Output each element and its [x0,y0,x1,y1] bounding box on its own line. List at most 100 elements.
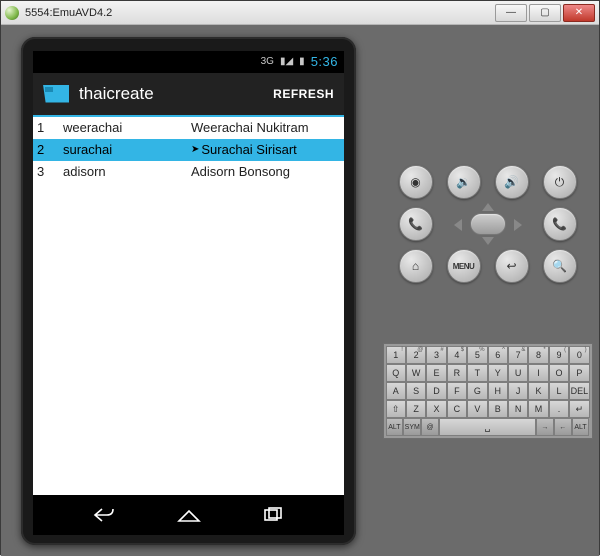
user-list: 1 weerachai Weerachai Nukitram 2 suracha… [33,117,344,495]
volume-up-button[interactable]: 🔊 [495,165,529,199]
close-button[interactable]: ✕ [563,4,595,22]
key-o[interactable]: O [549,364,569,382]
dpad-down[interactable] [482,237,494,245]
menu-button[interactable]: MENU [447,249,481,283]
nav-home-button[interactable] [175,505,203,525]
key-5[interactable]: 5% [467,346,487,364]
key-9[interactable]: 9( [549,346,569,364]
key-i[interactable]: I [528,364,548,382]
key-alt[interactable]: ALT [386,418,404,436]
call-button[interactable]: 📞 [399,207,433,241]
key-7[interactable]: 7& [508,346,528,364]
maximize-button[interactable]: ▢ [529,4,561,22]
dpad-right[interactable] [514,219,522,231]
key-m[interactable]: M [528,400,548,418]
key-b[interactable]: B [488,400,508,418]
network-icon: 3G [261,56,274,67]
list-row[interactable]: 3 adisorn Adisorn Bonsong [33,161,344,183]
key-alt[interactable]: ALT [572,418,590,436]
key-6[interactable]: 6^ [488,346,508,364]
app-logo-icon [43,85,69,103]
key-3[interactable]: 3# [426,346,446,364]
key-a[interactable]: A [386,382,406,400]
key-g[interactable]: G [467,382,487,400]
window-title: 5554:EmuAVD4.2 [25,7,493,19]
dpad-up[interactable] [482,203,494,211]
cell-fullname: Weerachai Nukitram [187,120,344,135]
key-4[interactable]: 4$ [447,346,467,364]
phone-frame: 3G ▮◢ ▮ 5:36 thaicreate REFRESH 1 weerac [21,37,356,545]
search-button[interactable]: 🔍 [543,249,577,283]
phone-screen: 3G ▮◢ ▮ 5:36 thaicreate REFRESH 1 weerac [33,51,344,535]
battery-icon: ▮ [299,56,305,67]
cell-id: 3 [33,164,57,179]
cell-fullname: Adisorn Bonsong [187,164,344,179]
key-h[interactable]: H [488,382,508,400]
key-f[interactable]: F [447,382,467,400]
key-space[interactable]: ␣ [439,418,536,436]
key-u[interactable]: U [508,364,528,382]
key-→[interactable]: → [536,418,554,436]
side-pane: ◉ 🔉 🔊 ⏻ 📞 📞 ⌂ MENU ↩ [376,25,599,556]
camera-button[interactable]: ◉ [399,165,433,199]
status-bar: 3G ▮◢ ▮ 5:36 [33,51,344,73]
key-2[interactable]: 2@ [406,346,426,364]
key-del[interactable]: DEL [569,382,589,400]
list-row[interactable]: 2 surachai ➤ Surachai Sirisart [33,139,344,161]
key-d[interactable]: D [426,382,446,400]
dpad-center[interactable] [470,213,506,235]
signal-icon: ▮◢ [280,56,293,67]
key-8[interactable]: 8* [528,346,548,364]
app-title: thaicreate [79,84,273,104]
emulator-window: 5554:EmuAVD4.2 — ▢ ✕ 3G ▮◢ ▮ 5:36 [0,0,600,555]
list-row[interactable]: 1 weerachai Weerachai Nukitram [33,117,344,139]
end-call-button[interactable]: 📞 [543,207,577,241]
key-.[interactable]: . [549,400,569,418]
refresh-button[interactable]: REFRESH [273,87,334,101]
key-k[interactable]: K [528,382,548,400]
key-l[interactable]: L [549,382,569,400]
key-@[interactable]: @ [421,418,439,436]
android-favicon [5,6,19,20]
key-r[interactable]: R [447,364,467,382]
key-n[interactable]: N [508,400,528,418]
key-q[interactable]: Q [386,364,406,382]
cell-username: surachai [57,142,187,157]
key-p[interactable]: P [569,364,589,382]
app-bar: thaicreate REFRESH [33,73,344,117]
virtual-keyboard: 1!2@3#4$5%6^7&8*9(0) QWERTYUIOP ASDFGHJK… [383,343,593,439]
cell-username: adisorn [57,164,187,179]
cell-username: weerachai [57,120,187,135]
key-1[interactable]: 1! [386,346,406,364]
android-nav-bar [33,495,344,535]
key-c[interactable]: C [447,400,467,418]
phone-pane: 3G ▮◢ ▮ 5:36 thaicreate REFRESH 1 weerac [1,25,376,556]
cell-id: 2 [33,142,57,157]
key-v[interactable]: V [467,400,487,418]
home-button[interactable]: ⌂ [399,249,433,283]
key-z[interactable]: Z [406,400,426,418]
key-s[interactable]: S [406,382,426,400]
power-button[interactable]: ⏻ [543,165,577,199]
key-j[interactable]: J [508,382,528,400]
key-t[interactable]: T [467,364,487,382]
volume-down-button[interactable]: 🔉 [447,165,481,199]
key-←[interactable]: ← [554,418,572,436]
cell-fullname-text: Surachai Sirisart [201,142,296,157]
key-sym[interactable]: SYM [403,418,421,436]
titlebar: 5554:EmuAVD4.2 — ▢ ✕ [1,1,599,25]
nav-recent-button[interactable] [259,505,287,525]
key-x[interactable]: X [426,400,446,418]
back-button[interactable]: ↩ [495,249,529,283]
key-↵[interactable]: ↵ [569,400,589,418]
key-e[interactable]: E [426,364,446,382]
key-⇧[interactable]: ⇧ [386,400,406,418]
key-w[interactable]: W [406,364,426,382]
nav-back-button[interactable] [90,505,118,525]
key-y[interactable]: Y [488,364,508,382]
dpad-left[interactable] [454,219,462,231]
hardware-keys: ◉ 🔉 🔊 ⏻ 📞 📞 ⌂ MENU ↩ [393,165,583,283]
minimize-button[interactable]: — [495,4,527,22]
key-0[interactable]: 0) [569,346,589,364]
mouse-cursor-icon: ➤ [191,144,199,155]
